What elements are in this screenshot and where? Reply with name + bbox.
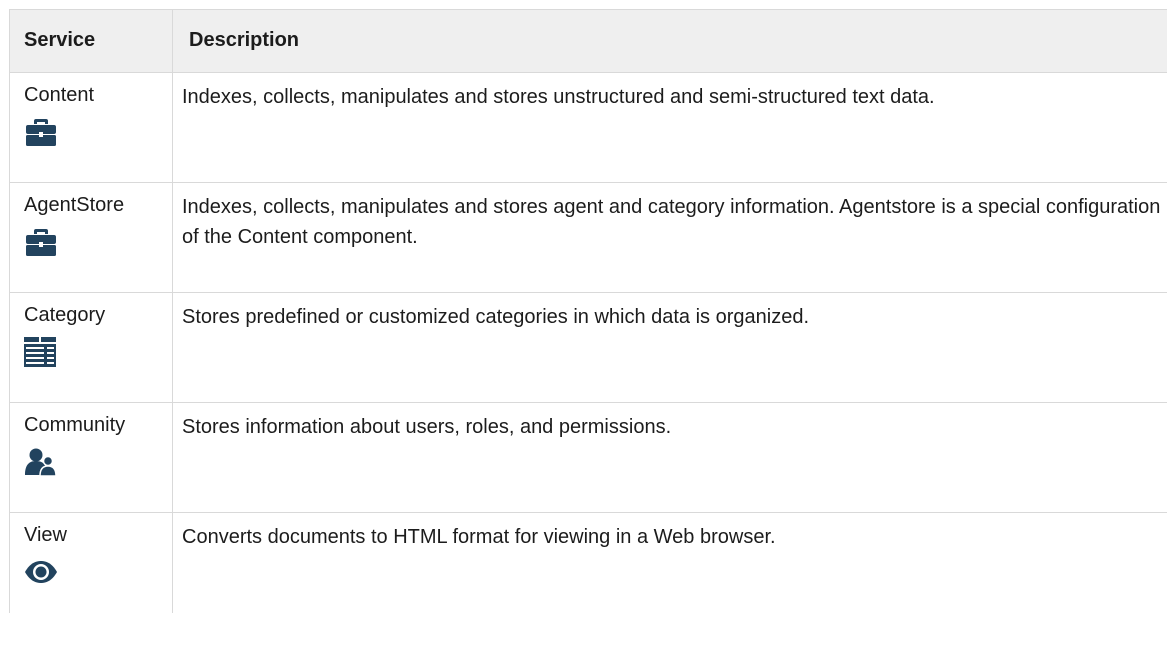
service-name: Community <box>24 414 126 436</box>
description-cell: Indexes, collects, manipulates and store… <box>173 183 1167 292</box>
service-cell: Content <box>10 73 173 182</box>
eye-icon <box>24 557 58 587</box>
service-name: Category <box>24 304 106 326</box>
users-icon <box>24 447 58 477</box>
description-cell: Indexes, collects, manipulates and store… <box>173 73 1167 182</box>
description-cell: Stores information about users, roles, a… <box>173 403 1167 512</box>
header-description-label: Description <box>189 29 300 51</box>
description-cell: Converts documents to HTML format for vi… <box>173 513 1167 613</box>
header-cell-service: Service <box>10 10 173 72</box>
table-row: Content Indexes, collects, manipulates a… <box>10 73 1167 183</box>
service-description: Stores predefined or customized categori… <box>182 306 810 328</box>
service-cell: View <box>10 513 173 613</box>
table-row: Category Stores predefined or customized… <box>10 293 1167 403</box>
service-cell: Category <box>10 293 173 402</box>
service-name: Content <box>24 84 95 106</box>
briefcase-icon <box>24 227 58 257</box>
service-cell: AgentStore <box>10 183 173 292</box>
service-description: Converts documents to HTML format for vi… <box>182 526 776 548</box>
briefcase-icon <box>24 117 58 147</box>
service-description: Indexes, collects, manipulates and store… <box>182 196 1161 248</box>
table-row: AgentStore Indexes, collects, manipulate… <box>10 183 1167 293</box>
table-row: View Converts documents to HTML format f… <box>10 513 1167 613</box>
service-name: AgentStore <box>24 194 125 216</box>
service-description: Indexes, collects, manipulates and store… <box>182 86 935 108</box>
service-cell: Community <box>10 403 173 512</box>
services-table: Service Description Content Indexes, col… <box>9 9 1167 613</box>
service-description: Stores information about users, roles, a… <box>182 416 672 438</box>
category-list-icon <box>24 337 58 367</box>
description-cell: Stores predefined or customized categori… <box>173 293 1167 402</box>
header-service-label: Service <box>24 29 96 51</box>
header-cell-description: Description <box>173 10 1167 72</box>
table-row: Community Stores information about users… <box>10 403 1167 513</box>
table-header-row: Service Description <box>10 10 1167 73</box>
service-name: View <box>24 524 67 546</box>
